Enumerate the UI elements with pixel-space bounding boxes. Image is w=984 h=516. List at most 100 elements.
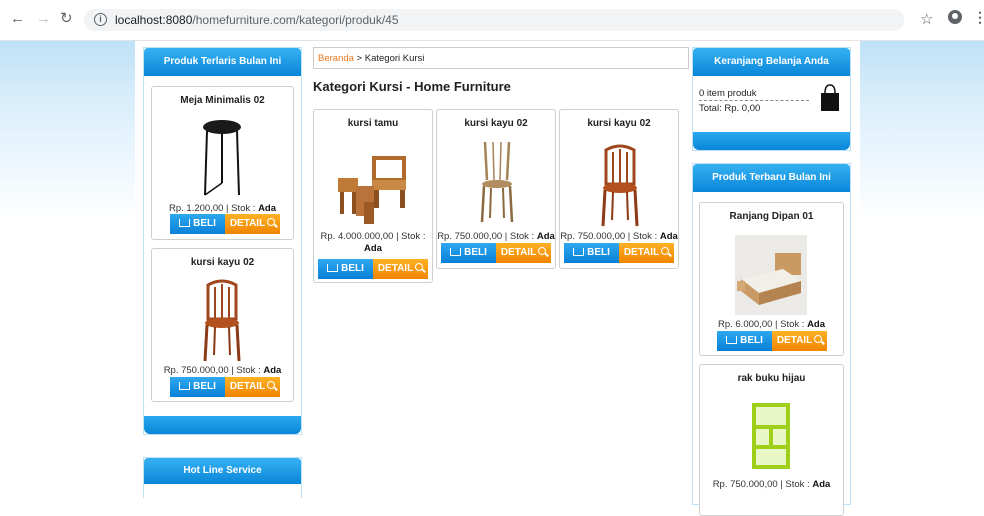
product-actions: BELI DETAIL: [564, 243, 674, 263]
bestseller-box: Produk Terlaris Bulan Ini Meja Minimalis…: [143, 47, 302, 435]
cart-icon: [179, 382, 191, 390]
beli-button[interactable]: BELI: [170, 214, 225, 234]
forward-arrow-icon[interactable]: →: [36, 11, 51, 27]
browser-toolbar: ← → ↻ i localhost:8080/homefurniture.com…: [0, 0, 984, 41]
cart-items[interactable]: 0 item produk: [699, 88, 809, 101]
product-card: rak buku hijau Rp. 750.000,00 | Stok : A…: [699, 364, 844, 516]
product-image-ranjang[interactable]: [735, 235, 807, 315]
cart-icon: [450, 248, 462, 256]
product-actions: BELI DETAIL: [441, 243, 551, 263]
detail-label: DETAIL: [776, 335, 813, 346]
reload-icon[interactable]: ↻: [60, 11, 73, 27]
beli-button[interactable]: BELI: [318, 259, 373, 279]
info-icon[interactable]: i: [94, 13, 107, 26]
stock-status: Ada: [258, 203, 277, 214]
bestseller-footer: [144, 416, 301, 434]
product-name[interactable]: Meja Minimalis 02: [152, 95, 293, 106]
beli-button[interactable]: BELI: [170, 377, 225, 397]
cart-icon: [327, 264, 339, 272]
search-icon: [267, 218, 276, 226]
beli-label: BELI: [464, 247, 487, 258]
hotline-box: Hot Line Service: [143, 457, 302, 498]
product-card: kursi kayu 02 Rp. 750.000,00 | Stok : Ad…: [436, 109, 556, 269]
product-name[interactable]: rak buku hijau: [700, 373, 843, 384]
page-content: Produk Terlaris Bulan Ini Meja Minimalis…: [135, 41, 860, 516]
product-image-kursi-tamu[interactable]: [334, 152, 412, 224]
product-image-meja[interactable]: [197, 117, 247, 199]
hotline-title: Hot Line Service: [144, 458, 301, 484]
detail-button[interactable]: DETAIL: [225, 214, 280, 234]
shopping-bag-icon[interactable]: [819, 84, 841, 112]
stock-status: Ada: [263, 365, 282, 376]
detail-button[interactable]: DETAIL: [772, 331, 827, 351]
stock-status: Ada: [536, 231, 555, 242]
cart-icon: [179, 219, 191, 227]
detail-button[interactable]: DETAIL: [619, 243, 674, 263]
product-name[interactable]: kursi kayu 02: [152, 257, 293, 268]
product-image-kursi-kayu[interactable]: [598, 144, 642, 228]
detail-button[interactable]: DETAIL: [373, 259, 428, 279]
beli-label: BELI: [740, 335, 763, 346]
product-card: Ranjang Dipan 01 Rp. 6.000,00 | Stok : A…: [699, 202, 844, 356]
product-name[interactable]: Ranjang Dipan 01: [700, 211, 843, 222]
stock-status: Ada: [659, 231, 678, 242]
product-card: kursi kayu 02 Rp. 750.000,00 | Stok : Ad…: [151, 248, 294, 402]
price-text: Rp. 4.000.000,00 | Stok :: [320, 231, 426, 242]
price-text: Rp. 750.000,00 | Stok :: [437, 231, 537, 242]
product-actions: BELI DETAIL: [170, 377, 280, 397]
price-text: Rp. 6.000,00 | Stok :: [717, 319, 808, 330]
cart-title: Keranjang Belanja Anda: [693, 48, 850, 76]
breadcrumb-home-link[interactable]: Beranda: [318, 53, 354, 64]
product-card: kursi kayu 02 Rp. 750.000,00 | Stok : Ad…: [559, 109, 679, 269]
product-name[interactable]: kursi kayu 02: [560, 118, 678, 129]
product-price: Rp. 4.000.000,00 | Stok : Ada: [318, 231, 428, 255]
price-text: Rp. 750.000,00 | Stok :: [712, 479, 813, 490]
profile-icon[interactable]: [948, 10, 962, 24]
bestseller-title: Produk Terlaris Bulan Ini: [144, 48, 301, 76]
cart-icon: [726, 336, 738, 344]
bookmark-star-icon[interactable]: ☆: [920, 10, 933, 28]
beli-button[interactable]: BELI: [564, 243, 619, 263]
beli-label: BELI: [193, 381, 216, 392]
product-price: Rp. 750.000,00 | Stok : Ada: [152, 365, 293, 377]
product-price: Rp. 6.000,00 | Stok : Ada: [700, 319, 843, 331]
url-host: localhost:8080: [115, 13, 193, 27]
url-text[interactable]: localhost:8080/homefurniture.com/kategor…: [115, 13, 399, 27]
detail-label: DETAIL: [229, 218, 266, 229]
cart-icon: [573, 248, 585, 256]
url-path: /homefurniture.com/kategori/produk/45: [192, 13, 399, 27]
detail-button[interactable]: DETAIL: [225, 377, 280, 397]
product-actions: BELI DETAIL: [717, 331, 827, 351]
detail-label: DETAIL: [500, 247, 537, 258]
cart-footer: [693, 132, 850, 150]
cart-total: Total: Rp. 0,00: [699, 103, 761, 114]
page-title: Kategori Kursi - Home Furniture: [313, 79, 511, 94]
beli-button[interactable]: BELI: [717, 331, 772, 351]
search-icon: [538, 247, 547, 255]
product-image-kursi-kayu[interactable]: [479, 138, 515, 224]
product-image-rak-buku[interactable]: [752, 403, 790, 469]
product-name[interactable]: kursi kayu 02: [437, 118, 555, 129]
product-price: Rp. 750.000,00 | Stok : Ada: [437, 231, 555, 243]
stock-status: Ada: [812, 479, 831, 490]
detail-label: DETAIL: [229, 381, 266, 392]
menu-kebab-icon[interactable]: ⋮: [973, 9, 984, 26]
search-icon: [661, 247, 670, 255]
product-name[interactable]: kursi tamu: [314, 118, 432, 129]
beli-label: BELI: [587, 247, 610, 258]
beli-button[interactable]: BELI: [441, 243, 496, 263]
detail-button[interactable]: DETAIL: [496, 243, 551, 263]
detail-label: DETAIL: [377, 263, 414, 274]
page-background: Produk Terlaris Bulan Ini Meja Minimalis…: [0, 41, 984, 516]
search-icon: [415, 263, 424, 271]
product-price: Rp. 750.000,00 | Stok : Ada: [700, 479, 843, 491]
breadcrumb: Beranda > Kategori Kursi: [313, 47, 689, 69]
product-actions: BELI DETAIL: [318, 259, 428, 279]
address-bar[interactable]: i localhost:8080/homefurniture.com/kateg…: [84, 9, 904, 31]
breadcrumb-current: > Kategori Kursi: [353, 53, 425, 64]
product-image-kursi[interactable]: [200, 279, 244, 363]
stock-status: Ada: [807, 319, 826, 330]
search-icon: [814, 335, 823, 343]
detail-label: DETAIL: [623, 247, 660, 258]
back-arrow-icon[interactable]: ←: [10, 11, 25, 27]
